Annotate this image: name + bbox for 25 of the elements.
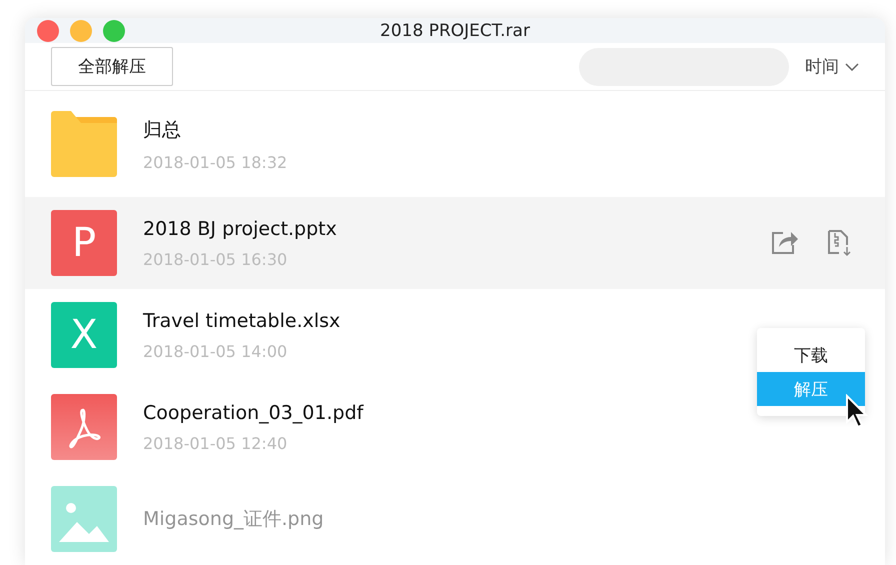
spreadsheet-file-icon: X <box>51 302 117 368</box>
file-name: 2018 BJ project.pptx <box>143 218 337 240</box>
presentation-file-icon: P <box>51 210 117 276</box>
file-name: Migasong_证件.png <box>143 507 324 532</box>
file-date: 2018-01-05 12:40 <box>143 434 288 452</box>
close-button[interactable] <box>37 20 59 42</box>
menu-item[interactable]: 下载 <box>757 338 865 372</box>
file-date: 2018-01-05 14:00 <box>143 342 288 360</box>
zoom-button[interactable] <box>103 20 125 42</box>
file-name: 归总 <box>143 118 181 142</box>
chevron-icon <box>845 62 859 71</box>
file-date: 2018-01-05 18:32 <box>143 152 288 172</box>
share-icon[interactable] <box>771 229 799 255</box>
sort-dropdown[interactable]: 时间 <box>805 55 859 78</box>
pdf-file-icon <box>51 394 117 460</box>
file-date: 2018-01-05 16:30 <box>143 250 288 268</box>
minimize-button[interactable] <box>70 20 92 42</box>
file-name: Cooperation_03_01.pdf <box>143 402 364 424</box>
folder-icon <box>51 111 117 177</box>
window-title: 2018 PROJECT.rar <box>380 20 530 41</box>
archive-extract-icon[interactable] <box>827 229 853 257</box>
image-file-icon <box>51 486 117 552</box>
file-name: Travel timetable.xlsx <box>143 310 340 332</box>
file-row[interactable]: P 2018 BJ project.pptx 2018-01-05 16:30 <box>25 197 885 289</box>
extract-all-button[interactable]: 全部解压 <box>51 47 173 86</box>
